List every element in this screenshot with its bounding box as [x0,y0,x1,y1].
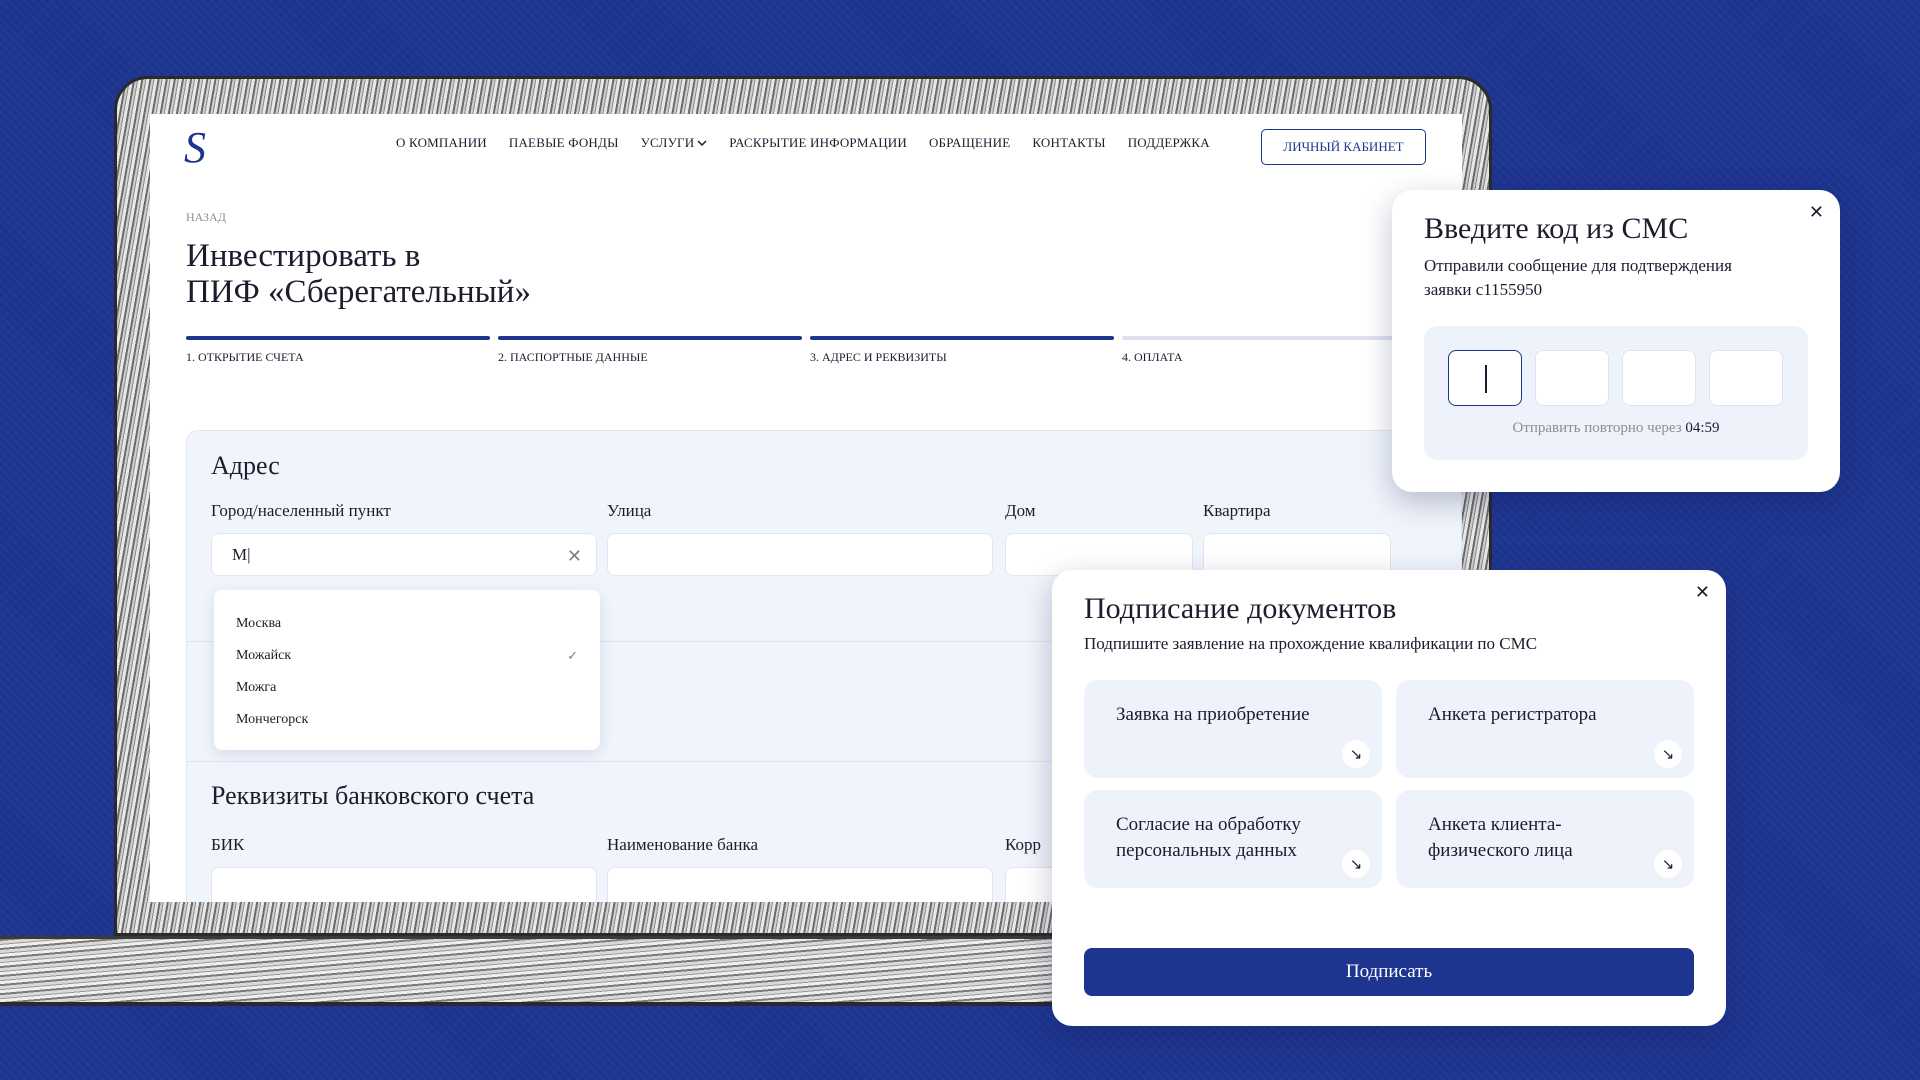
back-link[interactable]: Назад [186,210,226,225]
bik-input[interactable] [211,867,597,902]
bank-name-input[interactable] [607,867,993,902]
otp-panel: Отправить повторно через 04:59 [1424,326,1808,460]
city-input[interactable]: М| ✕ [211,533,597,576]
step-bar [186,336,490,340]
doc-purchase-application[interactable]: Заявка на приобретение ↘ [1084,680,1382,778]
bik-label: БИК [211,835,245,854]
arrow-down-right-icon[interactable]: ↘ [1342,740,1370,768]
doc-title-line: Заявка на приобретение [1116,704,1310,725]
main-nav: О компании Паевые фонды Услуги Раскрытие… [396,135,1210,151]
address-section-title: Адрес [211,451,280,480]
doc-registrar-form[interactable]: Анкета регистратора ↘ [1396,680,1694,778]
nav-item-disclosure[interactable]: Раскрытие информации [729,135,907,151]
dropdown-option[interactable]: Мончегорск [236,704,578,736]
progress-steps: 1. Открытие счета 2. Паспортные данные 3… [186,336,1426,365]
apartment-label: Квартира [1203,501,1271,520]
nav-item-contacts[interactable]: Контакты [1032,135,1105,151]
arrow-down-right-icon[interactable]: ↘ [1654,850,1682,878]
step-bar [1122,336,1426,340]
check-icon: ✓ [567,648,578,664]
sign-documents-modal: ✕ Подписание документов Подпишите заявле… [1052,570,1726,1026]
page-title-line: ПИФ «Сберегательный» [186,274,531,310]
step-4[interactable]: 4. Оплата [1122,336,1426,365]
arrow-down-right-icon[interactable]: ↘ [1342,850,1370,878]
nav-label: Паевые фонды [508,135,619,150]
nav-item-appeal[interactable]: Обращение [929,135,1010,151]
doc-title: Анкета регистратора [1428,702,1597,728]
nav-item-funds[interactable]: Паевые фонды [509,135,619,151]
nav-label: Услуги [640,135,695,150]
city-dropdown: Москва Можайск ✓ Можга Мончегорск [214,590,600,750]
step-label: 3. Адрес и реквизиты [810,350,947,364]
option-label: Можга [236,680,277,695]
close-icon[interactable]: ✕ [1809,202,1824,223]
doc-title-line: Анкета регистратора [1428,704,1597,725]
doc-client-form[interactable]: Анкета клиента-физического лица ↘ [1396,790,1694,888]
corr-account-label: Корр [1005,835,1041,854]
option-label: Мончегорск [236,712,309,727]
step-bar [810,336,1114,340]
personal-cabinet-button[interactable]: Личный кабинет [1261,129,1426,165]
arrow-down-right-icon[interactable]: ↘ [1654,740,1682,768]
nav-label: Контакты [1032,135,1106,150]
bank-section-title: Реквизиты банковского счета [211,781,535,810]
step-label: 1. Открытие счета [186,350,304,364]
step-bar [498,336,802,340]
city-input-value: М| [232,544,251,564]
otp-digit-2[interactable] [1535,350,1609,406]
page-title-line: Инвестировать в [186,238,421,274]
dropdown-option[interactable]: Можга [236,672,578,704]
step-1[interactable]: 1. Открытие счета [186,336,490,365]
street-label: Улица [607,501,652,520]
doc-title-line: Согласие на обработку [1116,814,1301,835]
nav-item-services[interactable]: Услуги [641,135,708,151]
doc-personal-data-consent[interactable]: Согласие на обработку персональных данных… [1084,790,1382,888]
step-label: 4. Оплата [1122,350,1183,364]
house-label: Дом [1005,501,1036,520]
sms-code-modal: ✕ Введите код из СМС Отправили сообщение… [1392,190,1840,492]
chevron-down-icon [697,140,707,147]
bank-name-label: Наименование банка [607,835,758,854]
sign-button[interactable]: Подписать [1084,948,1694,996]
nav-label: Поддержка [1127,135,1210,150]
doc-title-line: физического лица [1428,840,1573,861]
step-label: 2. Паспортные данные [498,350,648,364]
resend-timer: Отправить повторно через 04:59 [1424,420,1808,437]
sign-modal-subtitle: Подпишите заявление на прохождение квали… [1084,634,1538,653]
nav-label: Раскрытие информации [729,135,907,150]
sms-modal-subtitle: Отправили сообщение для подтверждения за… [1424,254,1732,302]
resend-text: Отправить повторно через [1512,420,1682,436]
brand-logo[interactable]: S [184,126,218,170]
city-label: Город/населенный пункт [211,501,391,520]
subtitle-line: заявки c1155950 [1424,280,1543,299]
sms-modal-title: Введите код из СМС [1424,212,1689,245]
nav-label: О компании [396,135,487,150]
close-icon[interactable]: ✕ [1695,582,1710,603]
nav-label: Обращение [928,135,1011,150]
dropdown-option[interactable]: Москва [236,608,578,640]
text-caret [1485,365,1487,393]
subtitle-line: Отправили сообщение для подтверждения [1424,256,1732,275]
street-input[interactable] [607,533,993,576]
nav-item-company[interactable]: О компании [396,135,487,151]
page-title: Инвестировать в ПИФ «Сберегательный» [186,238,531,310]
sign-modal-title: Подписание документов [1084,592,1397,625]
clear-icon[interactable]: ✕ [567,546,582,567]
otp-digit-4[interactable] [1709,350,1783,406]
otp-digit-1[interactable] [1448,350,1522,406]
option-label: Москва [236,616,282,631]
otp-digit-3[interactable] [1622,350,1696,406]
resend-countdown: 04:59 [1685,420,1720,436]
step-3[interactable]: 3. Адрес и реквизиты [810,336,1114,365]
option-label: Можайск [236,648,292,663]
step-2[interactable]: 2. Паспортные данные [498,336,802,365]
doc-title: Анкета клиента-физического лица [1428,812,1573,864]
nav-item-support[interactable]: Поддержка [1128,135,1210,151]
doc-title-line: Анкета клиента- [1428,814,1562,835]
dropdown-option[interactable]: Можайск ✓ [236,640,578,672]
doc-title: Согласие на обработку персональных данных [1116,812,1301,864]
doc-title-line: персональных данных [1116,840,1297,861]
doc-title: Заявка на приобретение [1116,702,1310,728]
